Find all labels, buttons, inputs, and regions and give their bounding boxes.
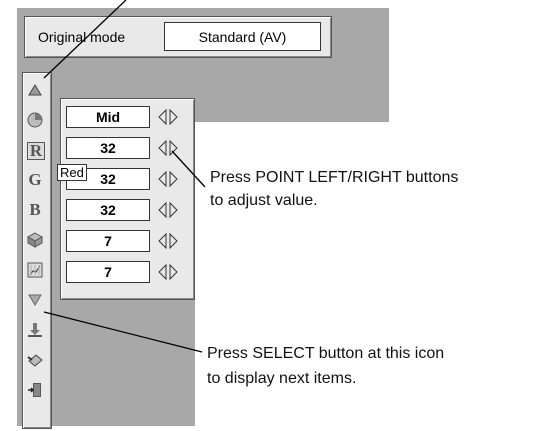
select-note-line2: to display next items.: [207, 370, 357, 387]
callout-lines: [43, 0, 206, 353]
point-note-line2: to adjust value.: [210, 192, 318, 209]
point-note-line1: Press POINT LEFT/RIGHT buttons: [210, 169, 459, 186]
select-note-line1: Press SELECT button at this icon: [207, 345, 445, 362]
